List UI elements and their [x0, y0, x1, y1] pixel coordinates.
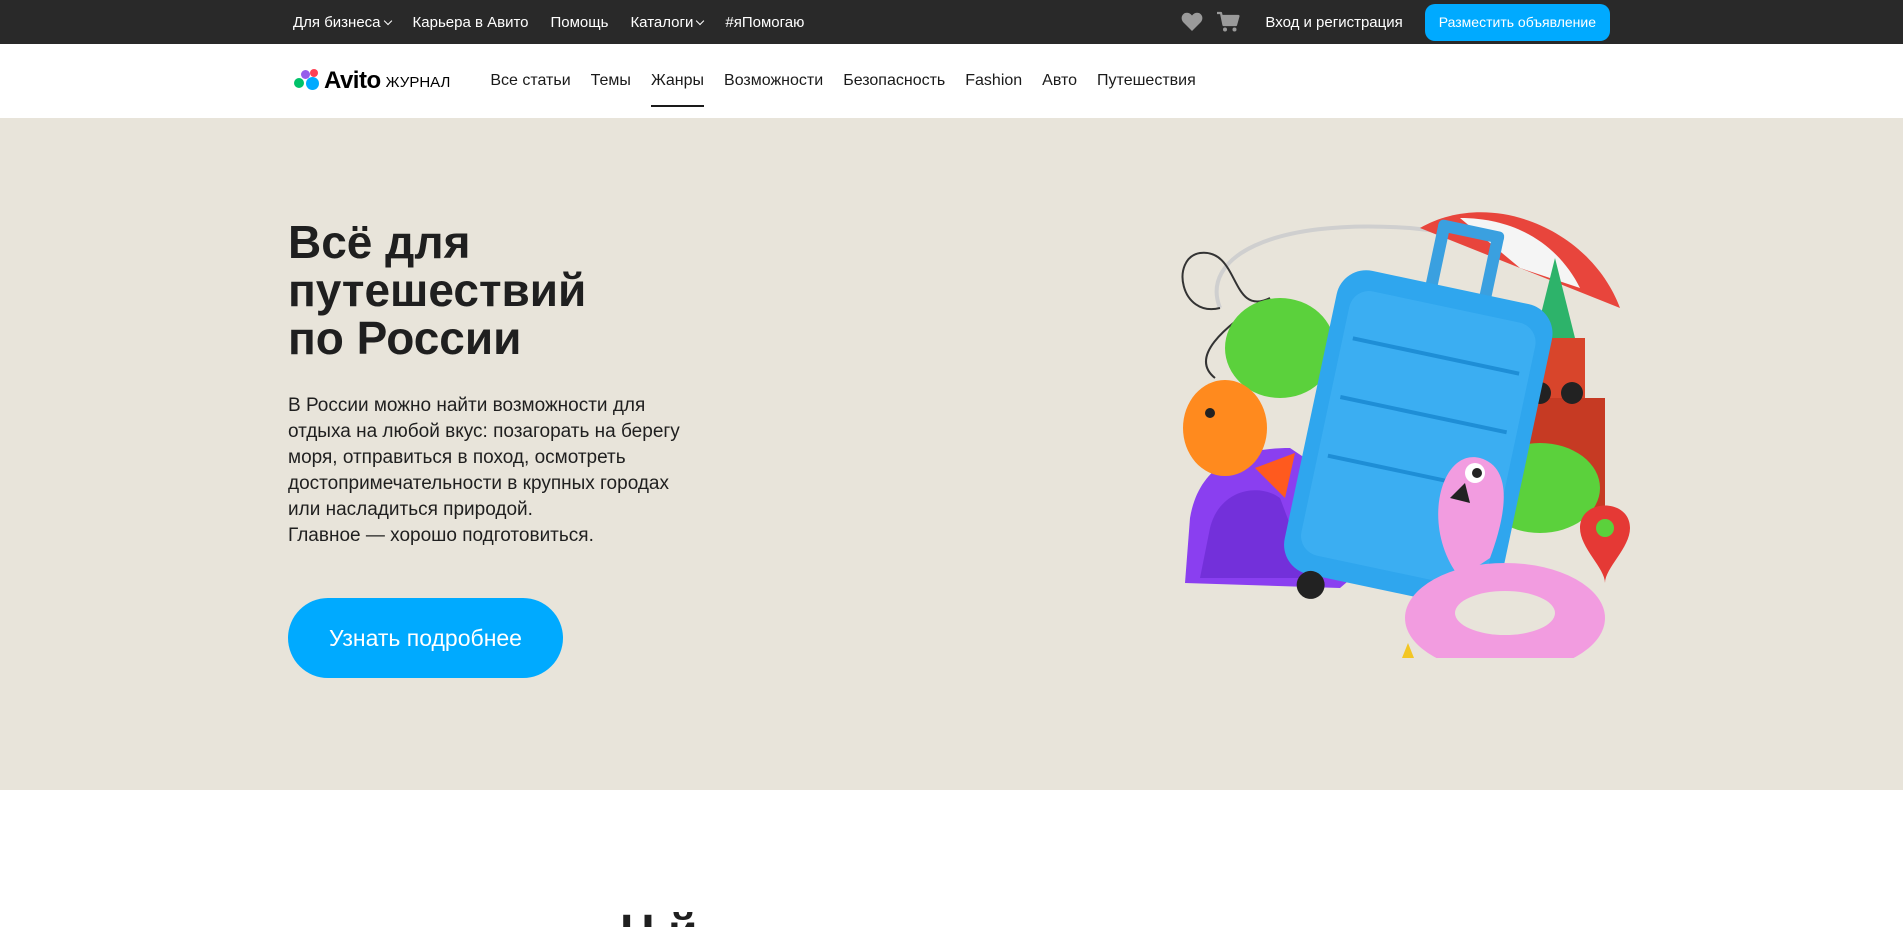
logo-subtitle: ЖУРНАЛ	[385, 74, 451, 91]
chevron-down-icon	[383, 16, 392, 26]
top-bar-inner: Для бизнеса Карьера в Авито Помощь Катал…	[293, 0, 1610, 44]
hero-title-line: по России	[288, 312, 522, 364]
chevron-down-icon	[696, 16, 705, 26]
top-link-career[interactable]: Карьера в Авито	[413, 14, 529, 31]
top-link-help[interactable]: Помощь	[551, 14, 609, 31]
journal-nav: Avito ЖУРНАЛ Все статьи Темы Жанры Возмо…	[0, 44, 1903, 118]
nav-item-security[interactable]: Безопасность	[843, 44, 945, 118]
nav-item-all-articles[interactable]: Все статьи	[490, 44, 570, 118]
logo-wordmark: Avito	[324, 67, 381, 94]
hero-banner: Всё для путешествий по России В России м…	[0, 118, 1903, 790]
avito-logo-icon	[293, 69, 321, 93]
next-section: Н й	[0, 790, 1903, 927]
travel-items-illustration	[1181, 212, 1630, 658]
hero-description: В России можно найти возможности для отд…	[288, 395, 680, 546]
top-bar: Для бизнеса Карьера в Авито Помощь Катал…	[0, 0, 1903, 44]
top-link-label: Для бизнеса	[293, 13, 381, 31]
cart-icon[interactable]	[1215, 9, 1241, 35]
hero-title-line: Всё для	[288, 216, 471, 268]
map-pin-icon	[1580, 505, 1630, 583]
avito-journal-logo[interactable]: Avito ЖУРНАЛ	[293, 67, 450, 95]
nav-item-genres[interactable]: Жанры	[650, 44, 705, 118]
top-link-label: Карьера в Авито	[412, 13, 529, 31]
top-link-label: Помощь	[550, 13, 609, 31]
top-link-catalogs[interactable]: Каталоги	[630, 13, 705, 31]
hero-title-line: путешествий	[288, 264, 587, 316]
nav-item-auto[interactable]: Авто	[1042, 44, 1077, 118]
learn-more-button[interactable]: Узнать подробнее	[288, 598, 563, 678]
nav-item-opportunities[interactable]: Возможности	[724, 44, 823, 118]
nav-item-topics[interactable]: Темы	[591, 44, 631, 118]
heart-icon[interactable]	[1179, 9, 1205, 35]
top-bar-actions: Вход и регистрация Разместить объявление	[1179, 3, 1610, 41]
top-link-label: Каталоги	[630, 13, 694, 31]
section-heading: Н й	[620, 905, 698, 927]
top-link-business[interactable]: Для бизнеса	[293, 13, 392, 31]
nav-item-travel[interactable]: Путешествия	[1097, 44, 1196, 118]
journal-nav-inner: Avito ЖУРНАЛ Все статьи Темы Жанры Возмо…	[293, 44, 1216, 118]
hero-title: Всё для путешествий по России	[288, 218, 848, 362]
nav-item-fashion[interactable]: Fashion	[965, 44, 1022, 118]
top-link-label: #яПомогаю	[725, 13, 805, 31]
post-ad-button[interactable]: Разместить объявление	[1424, 3, 1610, 41]
login-link[interactable]: Вход и регистрация	[1265, 14, 1402, 31]
top-link-ihelp[interactable]: #яПомогаю	[725, 14, 804, 31]
